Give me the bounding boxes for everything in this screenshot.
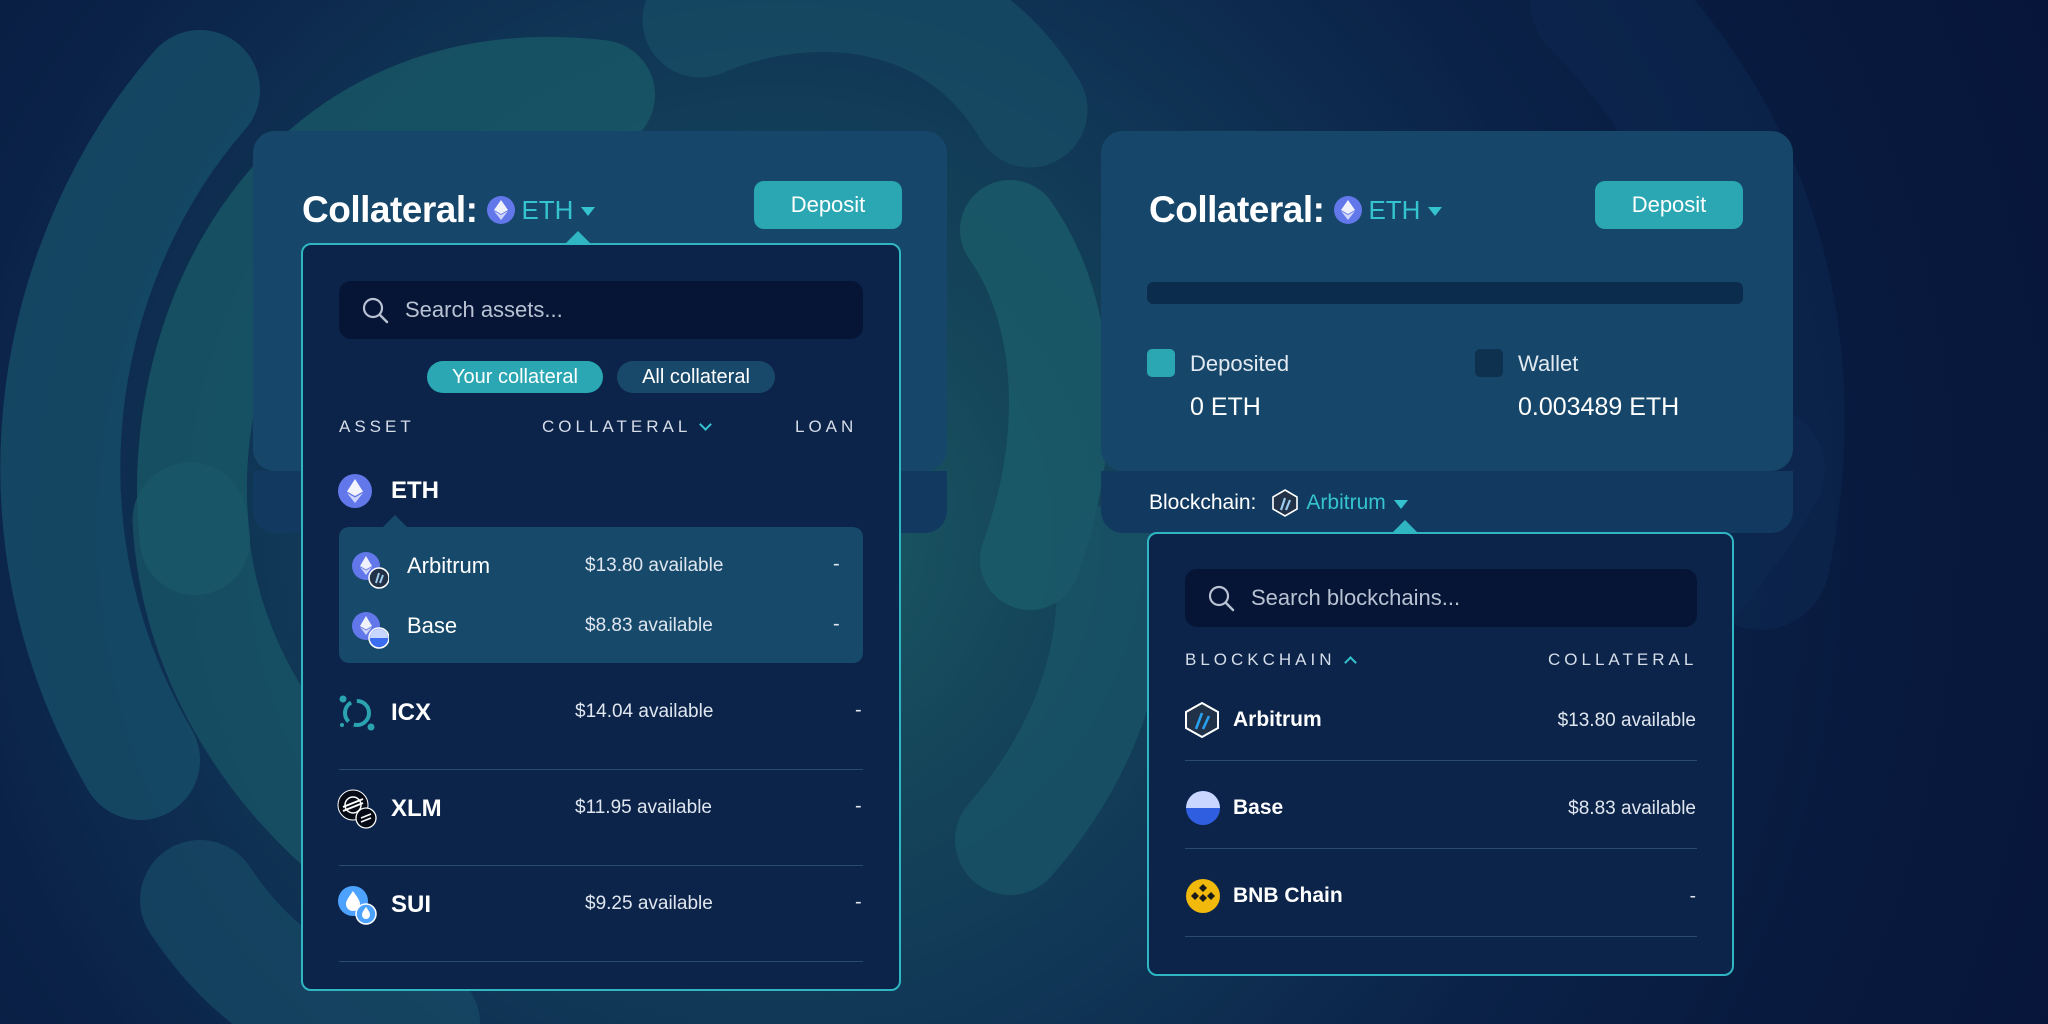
chain-available: - [1689,886,1696,907]
row-divider [1185,936,1697,937]
chain-name: Base [1233,796,1284,819]
icx-icon [339,695,375,731]
collateral-progress-bar [1147,282,1743,304]
eth-icon [1334,196,1363,224]
blockchain-row-arbitrum[interactable]: Arbitrum $13.80 available [1149,694,1732,746]
blockchain-selector-row: Blockchain: Arbitrum [1149,488,1408,518]
arbitrum-icon [1272,489,1299,517]
asset-dropdown-panel: Your collateral All collateral ASSET COL… [301,243,901,991]
xlm-icon [337,789,377,829]
asset-row-xlm[interactable]: XLM $11.95 available - [303,783,899,833]
left-title-text: Collateral: [302,189,478,230]
caret-down-icon [1393,499,1408,509]
chevron-up-icon [1343,656,1357,669]
bnb-icon [1186,879,1220,913]
asset-name: ICX [391,699,432,726]
asset-available: $14.04 available [575,701,714,722]
eth-base-icon [352,612,389,649]
chain-name: Arbitrum [1233,708,1322,731]
eth-chain-row-base[interactable]: Base $8.83 available - [339,605,863,649]
chain-available: $8.83 available [585,615,713,636]
row-divider [339,865,863,866]
deposited-label: Deposited [1190,351,1290,376]
right-asset-label: ETH [1368,194,1421,225]
asset-loan: - [855,891,862,913]
wallet-legend-swatch [1475,349,1503,377]
caret-down-icon [581,206,596,216]
eth-chain-row-arbitrum[interactable]: Arbitrum $13.80 available - [339,545,863,589]
filter-your-collateral[interactable]: Your collateral [427,361,603,393]
blockchain-selector[interactable]: Arbitrum [1272,489,1408,517]
header-asset: ASSET [339,417,415,436]
chain-available: $13.80 available [585,555,724,576]
caret-down-icon [1428,206,1443,216]
chain-loan: - [833,613,840,635]
search-icon [1208,585,1235,612]
blockchain-selected: Arbitrum [1306,491,1386,514]
search-icon [362,297,389,324]
blockchain-search-input[interactable] [1251,585,1697,611]
left-collateral-title: Collateral: ETH [302,186,596,234]
right-deposit-button[interactable]: Deposit [1595,181,1743,229]
asset-search-box[interactable] [339,281,863,339]
wallet-label: Wallet [1518,351,1579,376]
blockchain-row-base[interactable]: Base $8.83 available [1149,782,1732,834]
deposited-legend-swatch [1147,349,1175,377]
eth-arbitrum-icon [352,552,389,589]
base-icon [1186,791,1220,825]
right-asset-selector[interactable]: ETH [1334,194,1443,226]
eth-chain-list: Arbitrum $13.80 available - Base $8.83 a… [339,527,863,663]
row-divider [1185,760,1697,761]
blockchain-row-bnb[interactable]: BNB Chain - [1149,870,1732,922]
left-asset-selector[interactable]: ETH [487,194,596,226]
chain-available: $13.80 available [1557,710,1696,731]
left-deposit-button[interactable]: Deposit [754,181,902,229]
chain-name: Base [407,613,458,638]
chain-available: $8.83 available [1568,798,1696,819]
filter-all-collateral[interactable]: All collateral [617,361,775,393]
left-dropdown-notch [566,231,590,243]
arbitrum-icon [1185,702,1219,738]
right-title-text: Collateral: [1149,189,1325,230]
asset-row-eth[interactable]: ETH [303,465,899,515]
chain-loan: - [833,553,840,575]
eth-icon [338,474,372,508]
asset-loan: - [855,699,862,721]
blockchain-label: Blockchain: [1149,491,1257,514]
right-dropdown-notch [1393,520,1417,532]
row-divider [339,769,863,770]
row-divider [339,961,863,962]
blockchain-dropdown-panel: BLOCKCHAIN COLLATERAL Arbitrum $13.80 av… [1147,532,1734,976]
chain-name: Arbitrum [407,553,491,578]
header-collateral: COLLATERAL [1548,650,1698,669]
asset-name: ETH [391,477,439,504]
header-blockchain-sort[interactable]: BLOCKCHAIN [1185,650,1357,670]
chain-name: BNB Chain [1233,884,1343,907]
chevron-down-icon [699,418,713,431]
asset-name: XLM [391,795,442,822]
sui-icon [338,886,377,925]
row-divider [1185,848,1697,849]
sub-box-notch [383,515,407,527]
deposited-value: 0 ETH [1190,393,1261,421]
blockchain-search-box[interactable] [1185,569,1697,627]
wallet-value: 0.003489 ETH [1518,393,1680,421]
asset-available: $9.25 available [585,893,713,914]
asset-row-sui[interactable]: SUI $9.25 available - [303,879,899,929]
header-collateral-sort[interactable]: COLLATERAL [542,417,713,437]
right-collateral-title: Collateral: ETH [1149,186,1443,234]
left-asset-label: ETH [521,194,574,225]
asset-name: SUI [391,891,432,918]
asset-loan: - [855,795,862,817]
asset-row-icx[interactable]: ICX $14.04 available - [303,687,899,737]
header-loan: LOAN [795,417,858,436]
asset-search-input[interactable] [405,297,863,323]
asset-available: $11.95 available [575,797,712,818]
eth-icon [487,196,516,224]
